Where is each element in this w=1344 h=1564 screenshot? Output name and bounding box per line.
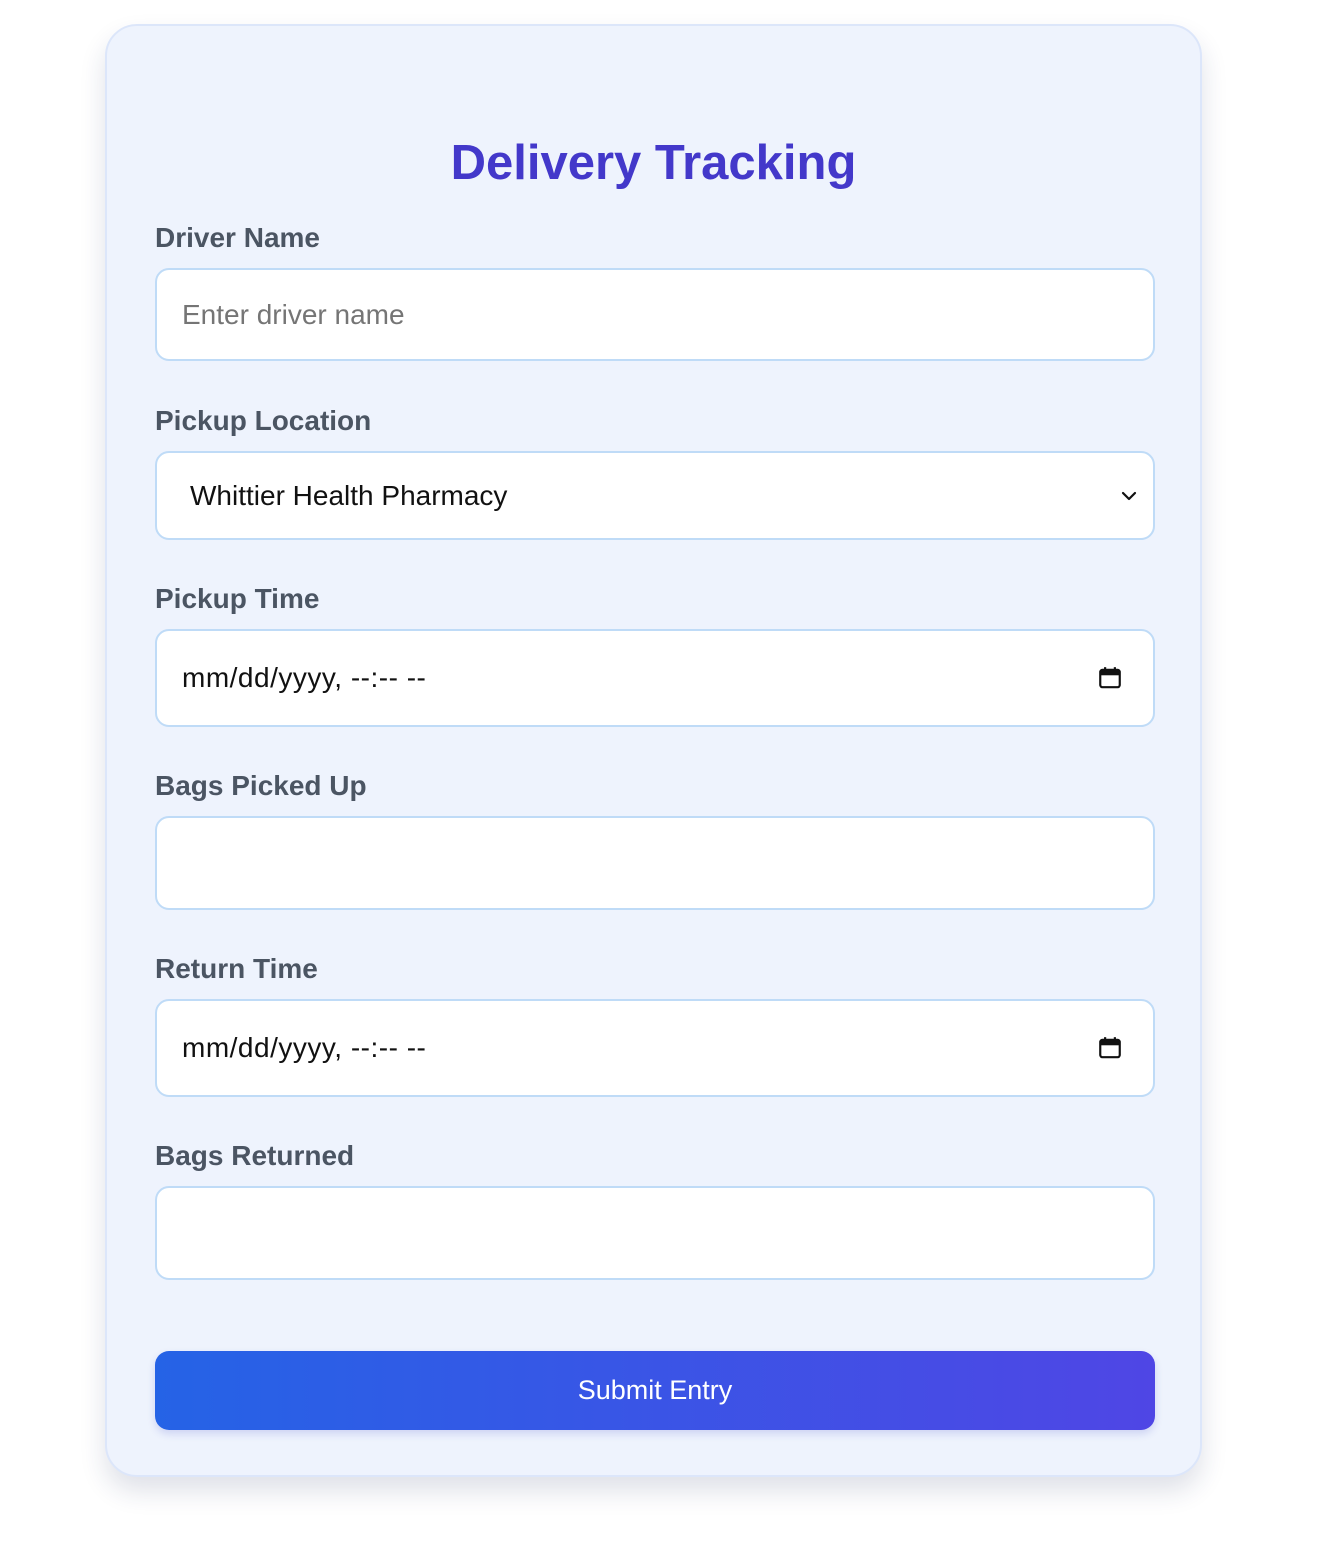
pickup-time-input[interactable]: mm/dd/yyyy, --:-- -- — [155, 629, 1155, 727]
pickup-location-selected-value: Whittier Health Pharmacy — [190, 479, 508, 511]
return-time-label: Return Time — [155, 953, 318, 984]
pickup-location-label: Pickup Location — [155, 405, 372, 436]
pickup-time-label: Pickup Time — [155, 583, 320, 614]
bags-picked-up-label: Bags Picked Up — [155, 770, 367, 801]
bags-returned-input[interactable] — [155, 1186, 1155, 1280]
chevron-down-icon — [1121, 491, 1137, 500]
bags-picked-up-input[interactable] — [155, 816, 1155, 910]
return-time-value: mm/dd/yyyy, --:-- -- — [182, 1032, 427, 1063]
submit-entry-button[interactable]: Submit Entry — [155, 1351, 1155, 1430]
delivery-tracking-card: Delivery Tracking Driver Name Enter driv… — [105, 24, 1202, 1477]
pickup-location-select[interactable]: Whittier Health Pharmacy — [155, 451, 1155, 540]
driver-name-placeholder: Enter driver name — [182, 298, 405, 330]
pickup-time-value: mm/dd/yyyy, --:-- -- — [182, 662, 427, 693]
driver-name-input[interactable]: Enter driver name — [155, 268, 1155, 361]
calendar-icon[interactable] — [1097, 1035, 1123, 1061]
driver-name-label: Driver Name — [155, 222, 320, 253]
page-title: Delivery Tracking — [450, 136, 857, 190]
bags-returned-label: Bags Returned — [155, 1140, 355, 1171]
return-time-input[interactable]: mm/dd/yyyy, --:-- -- — [155, 999, 1155, 1097]
calendar-icon[interactable] — [1097, 665, 1123, 691]
